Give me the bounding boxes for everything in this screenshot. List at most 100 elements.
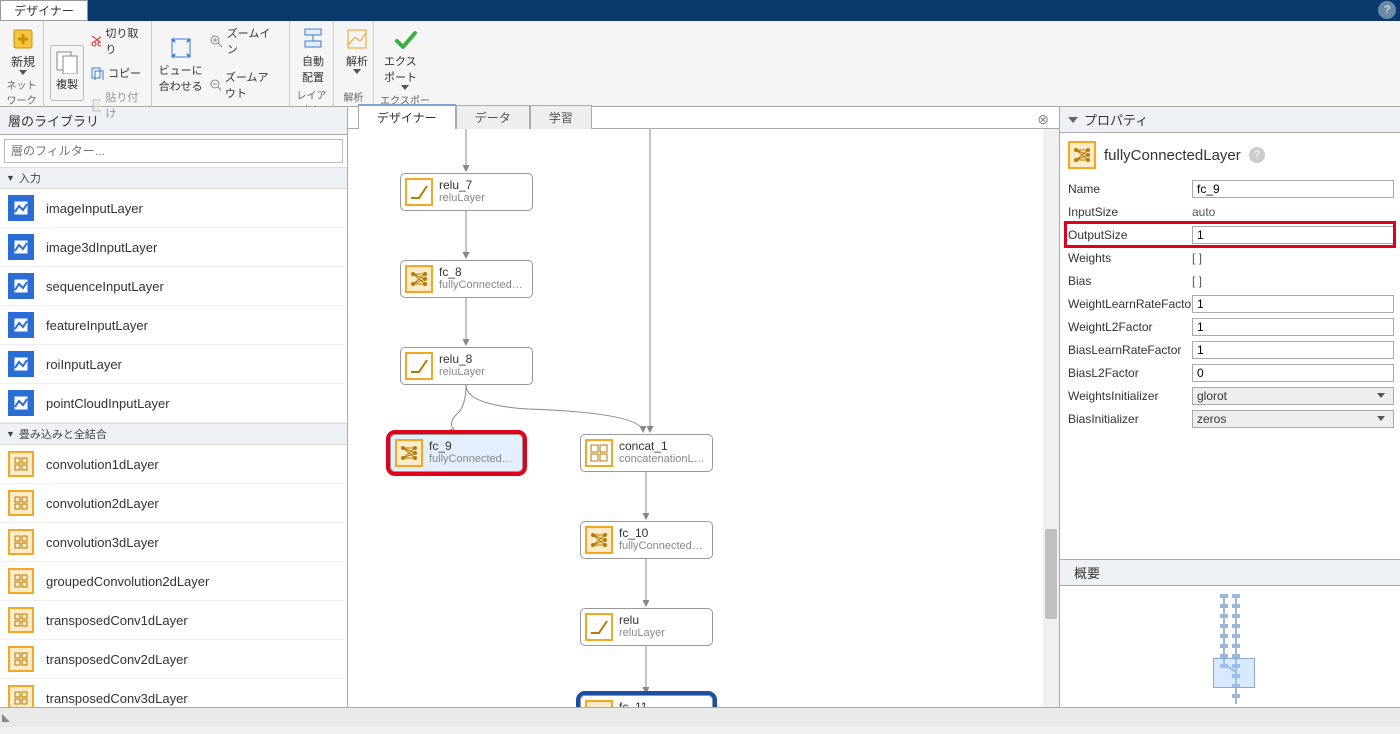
library-item-label: transposedConv3dLayer [46,691,188,706]
prop-winit-select[interactable]: glorot [1192,387,1394,405]
overview-viewport[interactable] [1213,658,1255,688]
library-item-label: pointCloudInputLayer [46,396,170,411]
prop-row-winit: WeightsInitializerglorot [1066,384,1394,407]
close-tab-icon[interactable]: ⊗ [1037,111,1049,128]
chevron-down-icon [1068,117,1078,123]
prop-name-input[interactable] [1192,180,1394,198]
prop-blrf-input[interactable] [1192,341,1394,359]
library-item-label: imageInputLayer [46,201,143,216]
overview-map[interactable] [1060,586,1400,707]
tab-data[interactable]: データ [456,105,530,129]
canvas[interactable]: relu_7reluLayer fc_8fullyConnected… relu… [348,129,1059,707]
tab-train[interactable]: 学習 [530,105,592,129]
concat-icon [585,439,613,467]
prop-wl2-input[interactable] [1192,318,1394,336]
export-button[interactable]: エクスポート [380,23,430,90]
duplicate-button[interactable]: 複製 [50,45,84,101]
prop-binit-select[interactable]: zeros [1192,410,1394,428]
copy-button[interactable]: コピー [86,63,145,83]
library-item-label: groupedConvolution2dLayer [46,574,209,589]
properties-panel: プロパティ fullyConnectedLayer ? Name InputSi… [1060,107,1400,707]
library-item[interactable]: image3dInputLayer [0,228,347,267]
fully-connected-icon [395,439,423,467]
library-item[interactable]: featureInputLayer [0,306,347,345]
layer-icon [8,351,34,377]
prop-row-wl2: WeightL2Factor [1066,315,1394,338]
fully-connected-icon [1068,141,1096,169]
fit-view-button[interactable]: ビューに 合わせる [158,32,203,94]
node-fc10[interactable]: fc_10fullyConnected… [580,521,713,559]
fully-connected-icon [585,700,613,707]
prop-wlrf-input[interactable] [1192,295,1394,313]
library-item[interactable]: convolution1dLayer [0,445,347,484]
node-concat[interactable]: concat_1concatenationL… [580,434,713,472]
layer-icon [8,390,34,416]
layer-icon [8,490,34,516]
library-item-label: convolution2dLayer [46,496,159,511]
library-item-label: transposedConv2dLayer [46,652,188,667]
library-item[interactable]: sequenceInputLayer [0,267,347,306]
prop-row-binit: BiasInitializerzeros [1066,407,1394,430]
library-item-label: sequenceInputLayer [46,279,164,294]
layer-icon [8,451,34,477]
layer-icon [8,195,34,221]
chevron-down-icon [353,69,361,74]
prop-row-bl2: BiasL2Factor [1066,361,1394,384]
zoom-out-button[interactable]: ズームアウト [205,67,283,103]
prop-row-wlrf: WeightLearnRateFactor [1066,292,1394,315]
analyze-button[interactable]: 解析 [340,23,374,87]
layer-icon [8,312,34,338]
prop-outputsize-input[interactable] [1192,226,1394,244]
node-fc8[interactable]: fc_8fullyConnected… [400,260,533,298]
prop-bl2-input[interactable] [1192,364,1394,382]
node-fc9[interactable]: fc_9fullyConnected… [390,434,523,472]
library-item-label: convolution1dLayer [46,457,159,472]
layer-filter-input[interactable] [4,139,343,163]
prop-weights-value: [ ] [1192,251,1394,265]
zoom-in-button[interactable]: ズームイン [205,23,283,59]
node-relu[interactable]: relureluLayer [580,608,713,646]
chevron-down-icon [1377,416,1385,421]
library-item[interactable]: convolution2dLayer [0,484,347,523]
category-conv[interactable]: ▼畳み込みと全結合 [0,423,347,445]
library-item[interactable]: transposedConv1dLayer [0,601,347,640]
node-fc11[interactable]: fc_11fullyConnected… [580,695,713,707]
new-button-label: 新規 [11,53,35,70]
paste-button[interactable]: 貼り付け [86,87,145,123]
library-item-label: transposedConv1dLayer [46,613,188,628]
library-item[interactable]: roiInputLayer [0,345,347,384]
library-item[interactable]: pointCloudInputLayer [0,384,347,423]
layer-icon [8,568,34,594]
chevron-down-icon [1377,393,1385,398]
library-item[interactable]: convolution3dLayer [0,523,347,562]
group-label-network: ネットワーク [6,75,37,109]
library-item[interactable]: transposedConv2dLayer [0,640,347,679]
prop-row-inputsize: InputSizeauto [1066,200,1394,223]
library-item[interactable]: imageInputLayer [0,189,347,228]
layer-icon [8,529,34,555]
overview-header[interactable]: 概要 [1060,559,1400,586]
ribbon-tab-designer[interactable]: デザイナー [0,0,88,21]
prop-bias-value: [ ] [1192,274,1394,288]
node-relu7[interactable]: relu_7reluLayer [400,173,533,211]
prop-row-blrf: BiasLearnRateFactor [1066,338,1394,361]
node-relu8[interactable]: relu_8reluLayer [400,347,533,385]
tab-designer[interactable]: デザイナー [358,104,456,129]
category-input[interactable]: ▼入力 [0,167,347,189]
help-icon[interactable]: ? [1249,147,1265,163]
layer-icon [8,273,34,299]
prop-row-name: Name [1066,177,1394,200]
new-button[interactable]: 新規 [6,23,40,75]
expand-icon[interactable] [2,714,18,722]
library-item[interactable]: transposedConv3dLayer [0,679,347,707]
layer-icon [8,607,34,633]
status-bar [0,707,1400,727]
layer-icon [8,646,34,672]
cut-button[interactable]: 切り取り [86,23,145,59]
auto-arrange-button[interactable]: 自動 配置 [296,23,330,85]
library-item[interactable]: groupedConvolution2dLayer [0,562,347,601]
fit-view-label: ビューに 合わせる [159,62,203,94]
help-icon[interactable]: ? [1378,1,1396,19]
properties-header[interactable]: プロパティ [1060,107,1400,133]
canvas-scrollbar[interactable] [1043,129,1059,707]
